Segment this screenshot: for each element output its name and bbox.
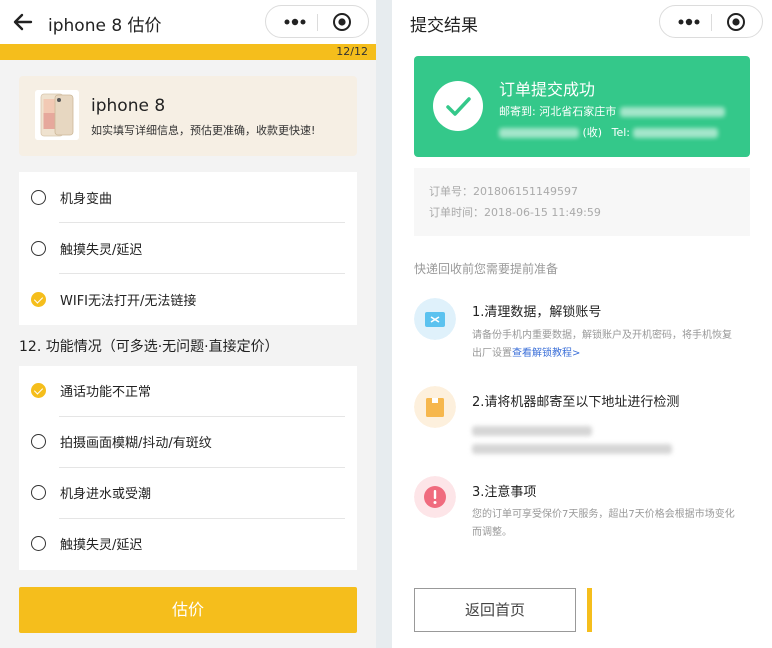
radio-unchecked-icon[interactable]	[31, 241, 46, 256]
shipping-address: 邮寄到: 河北省石家庄市	[499, 103, 725, 119]
option-label: 机身进水或受潮	[60, 487, 152, 502]
progress-bar: 12/12	[0, 44, 376, 60]
redacted-address	[619, 107, 725, 117]
radio-unchecked-icon[interactable]	[31, 536, 46, 551]
redacted-text	[472, 425, 592, 436]
option-item[interactable]: 拍摄画面模糊/抖动/有斑纹	[19, 417, 357, 468]
back-home-button[interactable]: 返回首页	[414, 588, 576, 632]
option-item[interactable]: 触摸失灵/延迟	[19, 519, 357, 570]
step-desc-text: 出厂设置	[472, 348, 512, 359]
top-bar: 提交结果	[392, 0, 772, 44]
order-info: 订单号：201806151149597 订单时间：2018-06-15 11:4…	[414, 168, 750, 236]
back-arrow-icon[interactable]	[10, 9, 36, 35]
option-label: 拍摄画面模糊/抖动/有斑纹	[60, 436, 212, 451]
more-dots-icon[interactable]	[280, 16, 310, 28]
option-group-function: 通话功能不正常 拍摄画面模糊/抖动/有斑纹 机身进水或受潮 触摸失灵/延迟	[19, 366, 357, 570]
option-label: 机身变曲	[60, 192, 113, 207]
product-tip: 如实填写详细信息，预估更准确，收款更快速!	[91, 124, 316, 137]
option-label: 通话功能不正常	[60, 385, 152, 400]
prep-title: 快递回收前您需要提前准备	[414, 262, 559, 276]
step-title: 2.请将机器邮寄至以下地址进行检测	[472, 395, 680, 410]
receiver-suffix: (收)	[582, 126, 603, 139]
target-circle-icon[interactable]	[332, 12, 352, 32]
radio-checked-icon[interactable]	[31, 383, 46, 398]
progress-text: 12/12	[336, 45, 368, 58]
option-label: 触摸失灵/延迟	[60, 538, 143, 553]
step-desc: 请备份手机内重要数据，解锁账户及开机密码，将手机恢复 出厂设置查看解锁教程>	[472, 327, 732, 363]
step-title: 1.清理数据，解锁账号	[472, 305, 602, 320]
redacted-phone	[633, 128, 719, 138]
product-name: iphone 8	[91, 96, 166, 116]
top-bar: iphone 8 估价	[0, 0, 376, 44]
submit-result-page: 提交结果 订单提交成功 邮寄到: 河北省石家庄市 (收) Tel: 订单号：20…	[392, 0, 772, 648]
redacted-name	[499, 128, 579, 138]
option-item[interactable]: 机身变曲	[19, 172, 357, 223]
step-desc-line: 您的订单可享受保价7天服务，超出7天价格会根据市场变化	[472, 509, 735, 520]
success-title: 订单提交成功	[499, 80, 596, 99]
checkmark-icon	[446, 97, 471, 116]
redacted-text	[472, 443, 672, 454]
estimate-button[interactable]: 估价	[19, 587, 357, 633]
order-time: 订单时间：2018-06-15 11:49:59	[429, 206, 601, 219]
product-card: iphone 8 如实填写详细信息，预估更准确，收款更快速!	[19, 76, 357, 156]
radio-unchecked-icon[interactable]	[31, 434, 46, 449]
step-desc: 您的订单可享受保价7天服务，超出7天价格会根据市场变化 而调整。	[472, 506, 735, 542]
shipping-contact: (收) Tel:	[499, 124, 719, 140]
option-group-appearance: 机身变曲 触摸失灵/延迟 WIFI无法打开/无法链接	[19, 172, 357, 325]
capsule-divider	[317, 14, 318, 31]
step-title: 3.注意事项	[472, 485, 537, 500]
success-check-badge	[433, 81, 483, 131]
step-desc-line: 而调整。	[472, 527, 512, 538]
tel-label: Tel:	[611, 126, 630, 139]
order-number: 订单号：201806151149597	[429, 185, 578, 198]
option-item[interactable]: WIFI无法打开/无法链接	[19, 274, 357, 325]
section-title-function: 12. 功能情况（可多选·无问题·直接定价）	[19, 339, 279, 355]
radio-unchecked-icon[interactable]	[31, 485, 46, 500]
unlock-tutorial-link[interactable]: 查看解锁教程>	[512, 348, 580, 359]
capsule-divider	[711, 14, 712, 31]
mini-program-capsule	[265, 5, 369, 38]
page-title: 提交结果	[410, 16, 478, 36]
redacted-address-line	[472, 420, 592, 439]
mini-program-capsule	[659, 5, 763, 38]
page-title: iphone 8 估价	[48, 16, 162, 36]
option-label: WIFI无法打开/无法链接	[60, 294, 197, 309]
exclamation-icon	[414, 476, 456, 518]
target-circle-icon[interactable]	[726, 12, 746, 32]
option-item[interactable]: 触摸失灵/延迟	[19, 223, 357, 274]
option-item[interactable]: 通话功能不正常	[19, 366, 357, 417]
partial-button-edge[interactable]	[587, 588, 592, 632]
more-dots-icon[interactable]	[674, 16, 704, 28]
option-label: 触摸失灵/延迟	[60, 243, 143, 258]
radio-checked-icon[interactable]	[31, 292, 46, 307]
step-desc-line: 请备份手机内重要数据，解锁账户及开机密码，将手机恢复	[472, 330, 732, 341]
estimate-page: iphone 8 估价 12/12 iphone 8 如实填写详细信息，预估更准…	[0, 0, 376, 648]
radio-unchecked-icon[interactable]	[31, 190, 46, 205]
redacted-address-line	[472, 438, 672, 457]
option-item[interactable]: 机身进水或受潮	[19, 468, 357, 519]
step-desc-line-2: 出厂设置查看解锁教程>	[472, 345, 732, 363]
iphone-thumbnail-icon	[35, 90, 79, 140]
success-card: 订单提交成功 邮寄到: 河北省石家庄市 (收) Tel:	[414, 56, 750, 157]
folder-icon	[414, 298, 456, 340]
address-prefix: 邮寄到: 河北省石家庄市	[499, 105, 617, 118]
package-box-icon	[414, 386, 456, 428]
